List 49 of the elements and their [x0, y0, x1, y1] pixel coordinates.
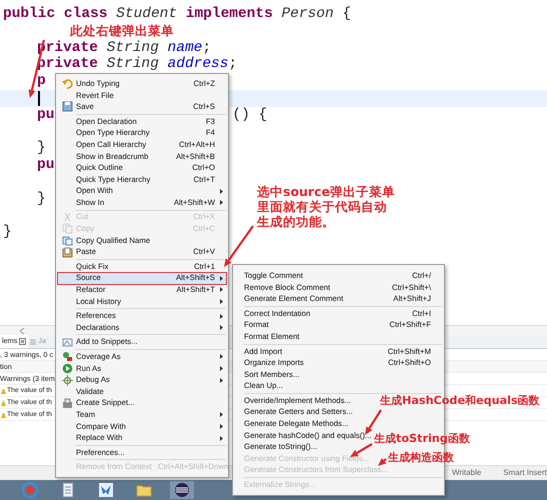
code-line: }: [37, 190, 46, 208]
copy-icon: [62, 223, 72, 234]
scroll-left-icon: [20, 328, 25, 334]
camera-icon: [62, 398, 72, 409]
code-line: () {: [232, 106, 268, 124]
bird-icon[interactable]: [98, 482, 114, 498]
code-line: public class Student implements Person {: [3, 6, 352, 23]
save-icon: [62, 101, 72, 112]
document-icon[interactable]: [60, 482, 76, 498]
coverage-icon: [62, 351, 72, 362]
submenu-arrow-icon: [220, 378, 223, 383]
code-line: pu: [37, 157, 54, 174]
submenu-arrow-icon: [220, 354, 223, 360]
annotation-arrow: [224, 225, 254, 267]
close-icon[interactable]: [19, 338, 26, 345]
annotation-text: 选中source弹出子菜单 里面就有关于代码自动 生成的功能。: [257, 184, 395, 229]
paste-icon: [62, 246, 72, 258]
submenu-arrow-icon: [220, 188, 223, 194]
text-cursor: [38, 90, 40, 106]
submenu-arrow-icon: [220, 412, 223, 418]
picture-icon: [62, 336, 72, 348]
submenu-arrow-icon: [220, 436, 223, 441]
status-text: Writable: [452, 467, 482, 479]
code-line: }: [3, 224, 12, 242]
annotation-text: 生成构造函数: [388, 450, 454, 465]
submenu-arrow-icon: [220, 325, 223, 330]
submenu-arrow-icon: [220, 276, 223, 281]
code-line: pu: [37, 106, 54, 124]
annotation-arrow: [350, 443, 373, 457]
eclipse-icon[interactable]: [174, 482, 190, 498]
submenu-arrow-icon: [220, 314, 223, 319]
submenu-arrow-icon: [220, 287, 223, 292]
code-line: p: [37, 73, 46, 90]
annotation-text: 生成HashCode和equals函数: [380, 393, 540, 408]
status-text: Smart Insert: [503, 467, 547, 479]
undo-icon: [62, 78, 72, 90]
annotation-arrow: [378, 458, 387, 466]
annotation-text: 生成toString函数: [374, 431, 470, 446]
submenu-arrow-icon: [220, 200, 223, 206]
code-line: }: [37, 140, 46, 158]
run-icon: [62, 362, 72, 374]
copy-icon: [62, 235, 72, 246]
list-icon: [30, 338, 36, 344]
scissors-icon: [62, 212, 72, 223]
submenu-arrow-icon: [220, 424, 223, 429]
submenu-arrow-icon: [220, 298, 223, 304]
annotation-text: 此处右键弹出菜单: [70, 23, 174, 38]
submenu-arrow-icon: [220, 366, 223, 371]
bug-icon: [62, 374, 72, 386]
